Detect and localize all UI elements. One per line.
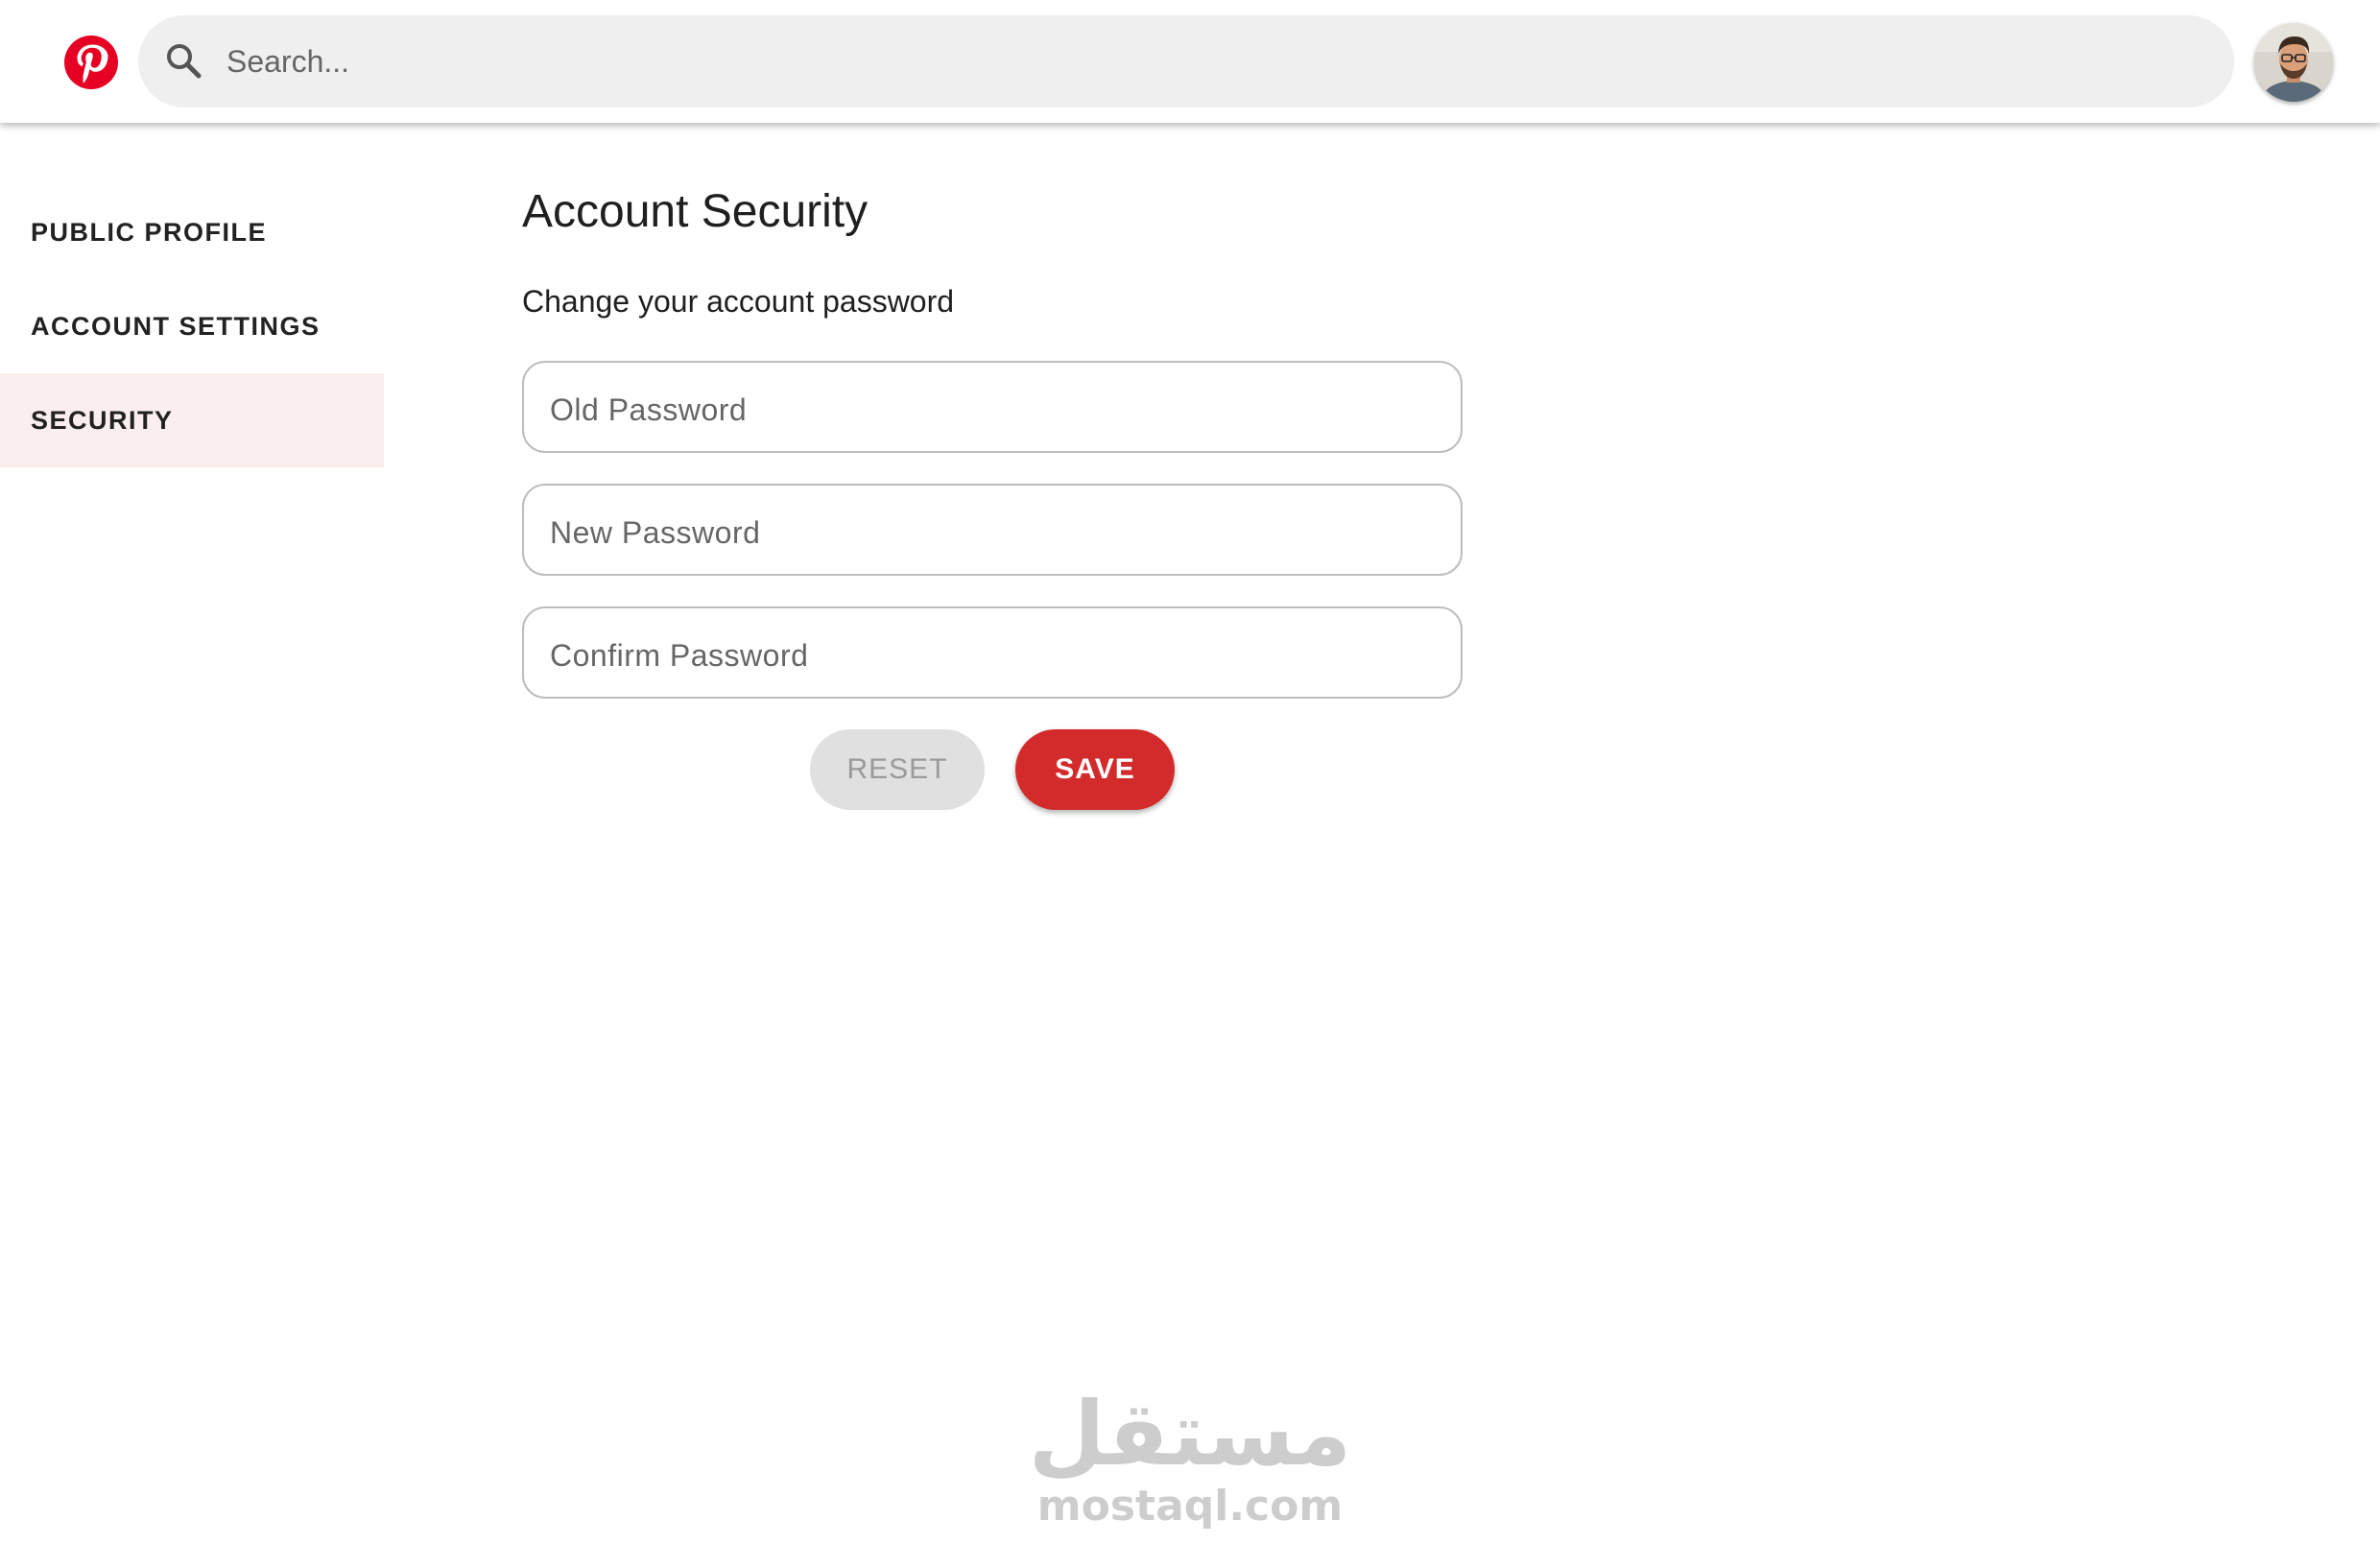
new-password-input[interactable] — [524, 486, 1461, 574]
mostaql-watermark: مستقل mostaql.com — [998, 1382, 1382, 1545]
watermark-arabic-text: مستقل — [1028, 1383, 1352, 1485]
settings-sidebar: PUBLIC PROFILE ACCOUNT SETTINGS SECURITY — [0, 185, 384, 467]
pinterest-logo-icon[interactable] — [64, 36, 118, 89]
save-button[interactable]: SAVE — [1015, 729, 1175, 810]
old-password-field[interactable] — [522, 361, 1463, 453]
sidebar-item-public-profile[interactable]: PUBLIC PROFILE — [0, 185, 384, 279]
confirm-password-field[interactable] — [522, 606, 1463, 699]
user-avatar[interactable] — [2254, 23, 2333, 102]
page-subtitle: Change your account password — [522, 284, 955, 319]
top-header — [0, 0, 2380, 123]
new-password-field[interactable] — [522, 484, 1463, 576]
old-password-input[interactable] — [524, 363, 1461, 451]
search-bar[interactable] — [138, 15, 2234, 107]
watermark-latin-text: mostaql.com — [1036, 1482, 1344, 1531]
search-icon — [161, 38, 207, 84]
sidebar-item-account-settings[interactable]: ACCOUNT SETTINGS — [0, 279, 384, 373]
confirm-password-input[interactable] — [524, 608, 1461, 697]
sidebar-item-security[interactable]: SECURITY — [0, 373, 384, 467]
search-input[interactable] — [226, 15, 2203, 107]
reset-button[interactable]: RESET — [810, 729, 985, 810]
page-title: Account Security — [522, 186, 869, 237]
